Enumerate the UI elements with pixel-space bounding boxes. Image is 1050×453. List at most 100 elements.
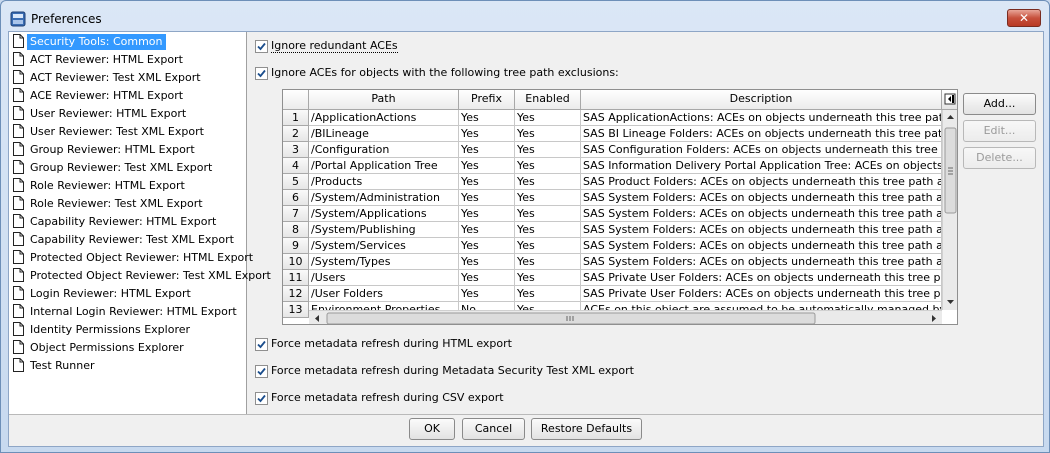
cell-path[interactable]: /Users <box>309 270 459 286</box>
cancel-button[interactable]: Cancel <box>462 418 525 440</box>
cell-prefix[interactable]: Yes <box>459 222 515 238</box>
cell-prefix[interactable]: Yes <box>459 142 515 158</box>
title-bar: Preferences ✕ <box>1 1 1049 34</box>
add-button[interactable]: Add... <box>963 93 1036 115</box>
cell-path[interactable]: /ApplicationActions <box>309 110 459 126</box>
cell-prefix[interactable]: Yes <box>459 270 515 286</box>
cell-path[interactable]: /Configuration <box>309 142 459 158</box>
refresh-xml-checkbox[interactable] <box>255 365 268 378</box>
sidebar-item[interactable]: Security Tools: Common <box>9 33 247 51</box>
delete-button[interactable]: Delete... <box>963 147 1036 169</box>
sidebar-item[interactable]: Test Runner <box>9 357 247 375</box>
cell-description[interactable]: SAS Product Folders: ACEs on objects und… <box>581 174 942 190</box>
cell-enabled[interactable]: Yes <box>515 206 581 222</box>
horizontal-scrollbar[interactable] <box>309 310 942 324</box>
cell-path[interactable]: /User Folders <box>309 286 459 302</box>
refresh-csv-checkbox[interactable] <box>255 392 268 405</box>
ignore-redundant-checkbox[interactable] <box>255 40 268 53</box>
cell-description[interactable]: SAS Private User Folders: ACEs on object… <box>581 270 942 286</box>
sidebar-item[interactable]: User Reviewer: HTML Export <box>9 105 247 123</box>
sidebar-item[interactable]: Protected Object Reviewer: Test XML Expo… <box>9 267 271 285</box>
sidebar-item[interactable]: ACT Reviewer: Test XML Export <box>9 69 247 87</box>
cell-prefix[interactable]: Yes <box>459 126 515 142</box>
refresh-html-checkbox[interactable] <box>255 338 268 351</box>
cell-enabled[interactable]: Yes <box>515 286 581 302</box>
cell-enabled[interactable]: Yes <box>515 126 581 142</box>
document-icon <box>13 304 24 318</box>
cell-description[interactable]: SAS System Folders: ACEs on objects unde… <box>581 254 942 270</box>
sidebar-item[interactable]: Protected Object Reviewer: HTML Export <box>9 249 253 267</box>
cell-description[interactable]: SAS System Folders: ACEs on objects unde… <box>581 190 942 206</box>
column-control-button[interactable] <box>942 90 957 110</box>
sidebar-item[interactable]: Group Reviewer: Test XML Export <box>9 159 247 177</box>
document-icon <box>13 196 24 210</box>
cell-description[interactable]: SAS Information Delivery Portal Applicat… <box>581 158 942 174</box>
cell-prefix[interactable]: Yes <box>459 238 515 254</box>
sidebar-item[interactable]: User Reviewer: Test XML Export <box>9 123 247 141</box>
sidebar-item[interactable]: ACE Reviewer: HTML Export <box>9 87 247 105</box>
sidebar-item[interactable]: Identity Permissions Explorer <box>9 321 247 339</box>
cell-description[interactable]: SAS Configuration Folders: ACEs on objec… <box>581 142 942 158</box>
refresh-html-label: Force metadata refresh during HTML expor… <box>271 337 512 350</box>
cell-prefix[interactable]: Yes <box>459 206 515 222</box>
cell-prefix[interactable]: Yes <box>459 190 515 206</box>
cell-prefix[interactable]: Yes <box>459 286 515 302</box>
cell-path[interactable]: /Portal Application Tree <box>309 158 459 174</box>
cell-enabled[interactable]: Yes <box>515 158 581 174</box>
sidebar-item-label: Test Runner <box>30 359 95 372</box>
cell-description[interactable]: SAS System Folders: ACEs on objects unde… <box>581 222 942 238</box>
vertical-scrollbar[interactable] <box>942 110 957 310</box>
close-button[interactable]: ✕ <box>1007 9 1041 27</box>
document-icon <box>13 34 24 48</box>
cell-prefix[interactable]: Yes <box>459 158 515 174</box>
column-header-description[interactable]: Description <box>581 90 942 110</box>
cell-path[interactable]: /System/Applications <box>309 206 459 222</box>
cell-path[interactable]: /Products <box>309 174 459 190</box>
cell-description[interactable]: SAS ApplicationActions: ACEs on objects … <box>581 110 942 126</box>
checkmark-icon <box>257 340 266 349</box>
cell-prefix[interactable]: Yes <box>459 110 515 126</box>
sidebar-item[interactable]: Login Reviewer: HTML Export <box>9 285 247 303</box>
cell-enabled[interactable]: Yes <box>515 174 581 190</box>
cell-enabled[interactable]: Yes <box>515 142 581 158</box>
cell-enabled[interactable]: Yes <box>515 222 581 238</box>
cell-enabled[interactable]: Yes <box>515 270 581 286</box>
sidebar-item[interactable]: Capability Reviewer: Test XML Export <box>9 231 247 249</box>
edit-button[interactable]: Edit... <box>963 120 1036 142</box>
column-header-prefix[interactable]: Prefix <box>459 90 515 110</box>
cell-enabled[interactable]: Yes <box>515 110 581 126</box>
row-number: 5 <box>283 174 309 190</box>
sidebar-item-label: User Reviewer: HTML Export <box>30 107 187 120</box>
cell-description[interactable]: SAS System Folders: ACEs on objects unde… <box>581 206 942 222</box>
sidebar-item[interactable]: Role Reviewer: HTML Export <box>9 177 247 195</box>
column-header-enabled[interactable]: Enabled <box>515 90 581 110</box>
cell-prefix[interactable]: Yes <box>459 174 515 190</box>
cell-enabled[interactable]: Yes <box>515 190 581 206</box>
restore-defaults-button[interactable]: Restore Defaults <box>531 418 642 440</box>
column-header-path[interactable]: Path <box>309 90 459 110</box>
cell-path[interactable]: /BILineage <box>309 126 459 142</box>
sidebar-item[interactable]: Group Reviewer: HTML Export <box>9 141 247 159</box>
cell-description[interactable]: SAS BI Lineage Folders: ACEs on objects … <box>581 126 942 142</box>
sidebar-item[interactable]: Capability Reviewer: HTML Export <box>9 213 247 231</box>
sidebar-item[interactable]: ACT Reviewer: HTML Export <box>9 51 247 69</box>
cell-prefix[interactable]: Yes <box>459 254 515 270</box>
cell-path[interactable]: /System/Administration <box>309 190 459 206</box>
cell-enabled[interactable]: Yes <box>515 238 581 254</box>
document-icon <box>13 340 24 354</box>
cell-description[interactable]: SAS Private User Folders: ACEs on object… <box>581 286 942 302</box>
row-number: 10 <box>283 254 309 270</box>
document-icon <box>13 124 24 138</box>
cell-path[interactable]: /System/Types <box>309 254 459 270</box>
cell-description[interactable]: SAS System Folders: ACEs on objects unde… <box>581 238 942 254</box>
ok-button[interactable]: OK <box>409 418 455 440</box>
ignore-exclusions-checkbox[interactable] <box>255 67 268 80</box>
sidebar-item[interactable]: Internal Login Reviewer: HTML Export <box>9 303 247 321</box>
cell-enabled[interactable]: Yes <box>515 254 581 270</box>
checkmark-icon <box>257 367 266 376</box>
sidebar-item[interactable]: Role Reviewer: Test XML Export <box>9 195 247 213</box>
cell-path[interactable]: /System/Services <box>309 238 459 254</box>
sidebar-item[interactable]: Object Permissions Explorer <box>9 339 247 357</box>
sidebar-item-label: Group Reviewer: Test XML Export <box>30 161 213 174</box>
cell-path[interactable]: /System/Publishing <box>309 222 459 238</box>
